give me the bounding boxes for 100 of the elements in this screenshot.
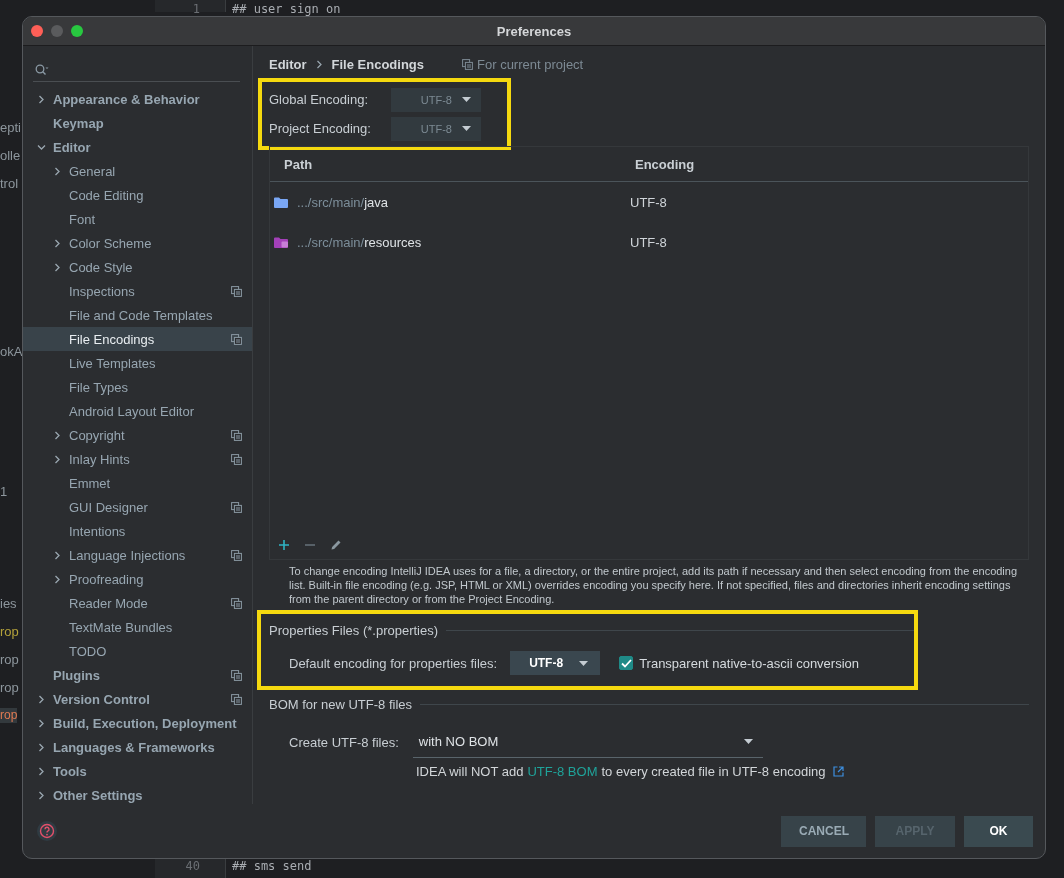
- sidebar-item-label: Inspections: [69, 283, 136, 299]
- background-text: rop: [0, 624, 20, 639]
- dialog-button[interactable]: CANCEL: [781, 815, 866, 847]
- sidebar-item[interactable]: Color Scheme: [23, 231, 252, 255]
- chevron-right-icon[interactable]: [53, 574, 62, 584]
- ok-button[interactable]: OK: [964, 815, 1033, 847]
- sidebar-item[interactable]: Android Layout Editor: [23, 399, 252, 423]
- chevron-right-icon[interactable]: [37, 790, 46, 800]
- sidebar-item[interactable]: Code Style: [23, 255, 252, 279]
- sidebar-item[interactable]: Inspections: [23, 279, 252, 303]
- add-icon[interactable]: [278, 539, 290, 551]
- chevron-right-icon: [315, 59, 323, 69]
- sidebar-item[interactable]: Live Templates: [23, 351, 252, 375]
- sidebar-item-label: File and Code Templates: [69, 307, 214, 323]
- chevron-right-icon[interactable]: [53, 430, 62, 440]
- chevron-right-icon[interactable]: [37, 766, 46, 776]
- sidebar-item[interactable]: Editor: [23, 135, 252, 159]
- sidebar-item-label: Intentions: [69, 523, 127, 539]
- code-line: ## sms send: [232, 859, 312, 873]
- bom-link[interactable]: UTF-8 BOM: [527, 764, 598, 779]
- breadcrumb-item[interactable]: File Encodings: [331, 56, 425, 72]
- sidebar-item[interactable]: Appearance & Behavior: [23, 87, 252, 111]
- sidebar-item-label: Copyright: [69, 427, 126, 443]
- sidebar-item-label: Plugins: [53, 667, 101, 683]
- chevron-right-icon[interactable]: [53, 550, 62, 560]
- table-cell: UTF-8: [630, 194, 667, 210]
- sidebar-item-label: Inlay Hints: [69, 451, 131, 467]
- chevron-right-icon[interactable]: [37, 718, 46, 728]
- background-text: olle: [0, 148, 22, 163]
- sidebar-item[interactable]: General: [23, 159, 252, 183]
- sidebar-item[interactable]: Language Injections: [23, 543, 252, 567]
- pencil-icon[interactable]: [330, 539, 342, 551]
- encoding-dropdown[interactable]: UTF-8: [510, 651, 601, 675]
- background-text: ies: [0, 596, 18, 611]
- line-number: 40: [184, 859, 200, 873]
- sidebar-item[interactable]: TextMate Bundles: [23, 615, 252, 639]
- sidebar-item-label: TODO: [69, 643, 108, 659]
- scope-note: For current project: [477, 56, 584, 72]
- sidebar-item[interactable]: Code Editing: [23, 183, 252, 207]
- sidebar-item[interactable]: Copyright: [23, 423, 252, 447]
- chevron-right-icon[interactable]: [53, 262, 62, 272]
- background-text: rop: [0, 708, 18, 723]
- breadcrumb-item[interactable]: Editor: [269, 56, 307, 72]
- chevron-right-icon[interactable]: [53, 454, 62, 464]
- sidebar-item[interactable]: File Encodings: [23, 327, 252, 351]
- zoom-button[interactable]: [71, 25, 83, 37]
- background-text: trol: [0, 176, 20, 191]
- path-text: .../src/main/resources: [297, 234, 422, 250]
- sidebar-item[interactable]: Tools: [23, 759, 252, 783]
- help-icon[interactable]: [37, 821, 57, 841]
- sidebar-item[interactable]: Version Control: [23, 687, 252, 711]
- sidebar-item[interactable]: Proofreading: [23, 567, 252, 591]
- field-label: Project Encoding:: [269, 121, 372, 136]
- help-text: To change encoding IntelliJ IDEA uses for a file, a directory, or the entire project, add its path if necessary and then select encoding from the encoding list. Built-in file encoding (e.g. JSP, HTML or XML) overrides encoding you specify here. If not specified, files and directories inherit encoding settings from the parent directory or from the Project Encoding.: [289, 564, 1019, 606]
- sidebar-item-label: Live Templates: [69, 355, 157, 371]
- sidebar-item-label: Keymap: [53, 115, 105, 131]
- close-button[interactable]: [31, 25, 43, 37]
- chevron-right-icon[interactable]: [53, 238, 62, 248]
- background-text: 1: [0, 484, 9, 499]
- sidebar-item[interactable]: Build, Execution, Deployment: [23, 711, 252, 735]
- caret-icon: [579, 660, 589, 666]
- chevron-right-icon[interactable]: [53, 166, 62, 176]
- background-text: okA: [0, 344, 24, 359]
- sidebar-item-label: Other Settings: [53, 787, 144, 803]
- sidebar-item[interactable]: Emmet: [23, 471, 252, 495]
- caret-icon: [743, 739, 753, 744]
- sidebar-item[interactable]: TODO: [23, 639, 252, 663]
- note-text: IDEA will NOT add: [416, 764, 524, 779]
- sidebar-item-label: File Types: [69, 379, 129, 395]
- field-label: Create UTF-8 files:: [289, 734, 399, 750]
- sidebar-item[interactable]: File and Code Templates: [23, 303, 252, 327]
- sidebar-item[interactable]: Keymap: [23, 111, 252, 135]
- sidebar-item[interactable]: Plugins: [23, 663, 252, 687]
- chevron-right-icon[interactable]: [37, 742, 46, 752]
- sidebar-item[interactable]: GUI Designer: [23, 495, 252, 519]
- column-header[interactable]: Path: [270, 156, 634, 172]
- sidebar-item[interactable]: Inlay Hints: [23, 447, 252, 471]
- chevron-right-icon[interactable]: [37, 94, 46, 104]
- sidebar-item-label: Code Style: [69, 259, 134, 275]
- sidebar-item[interactable]: Other Settings: [23, 783, 252, 807]
- sidebar-item-label: GUI Designer: [69, 499, 149, 515]
- bom-dropdown[interactable]: with NO BOM: [412, 726, 763, 758]
- sidebar-item-label: Language Injections: [69, 547, 187, 563]
- background-text: rop: [0, 652, 20, 667]
- sidebar-item[interactable]: Font: [23, 207, 252, 231]
- sidebar-item[interactable]: Intentions: [23, 519, 252, 543]
- note-text: to every created file in UTF-8 encoding: [601, 764, 826, 779]
- chevron-right-icon[interactable]: [37, 694, 46, 704]
- column-header[interactable]: Encoding: [634, 156, 695, 172]
- sidebar-item-label: Languages & Frameworks: [53, 739, 216, 755]
- sidebar-item[interactable]: File Types: [23, 375, 252, 399]
- sidebar-item-label: TextMate Bundles: [69, 619, 174, 635]
- sidebar-item-label: Code Editing: [69, 187, 145, 203]
- sidebar-item[interactable]: Reader Mode: [23, 591, 252, 615]
- sidebar-item[interactable]: Languages & Frameworks: [23, 735, 252, 759]
- conversion-checkbox[interactable]: Transparent native-to-ascii conversion: [619, 655, 860, 671]
- line-number: 1: [191, 2, 200, 16]
- external-link-icon[interactable]: [833, 766, 845, 777]
- sidebar-item-label: Proofreading: [69, 571, 145, 587]
- chevron-down-icon[interactable]: [37, 142, 46, 152]
